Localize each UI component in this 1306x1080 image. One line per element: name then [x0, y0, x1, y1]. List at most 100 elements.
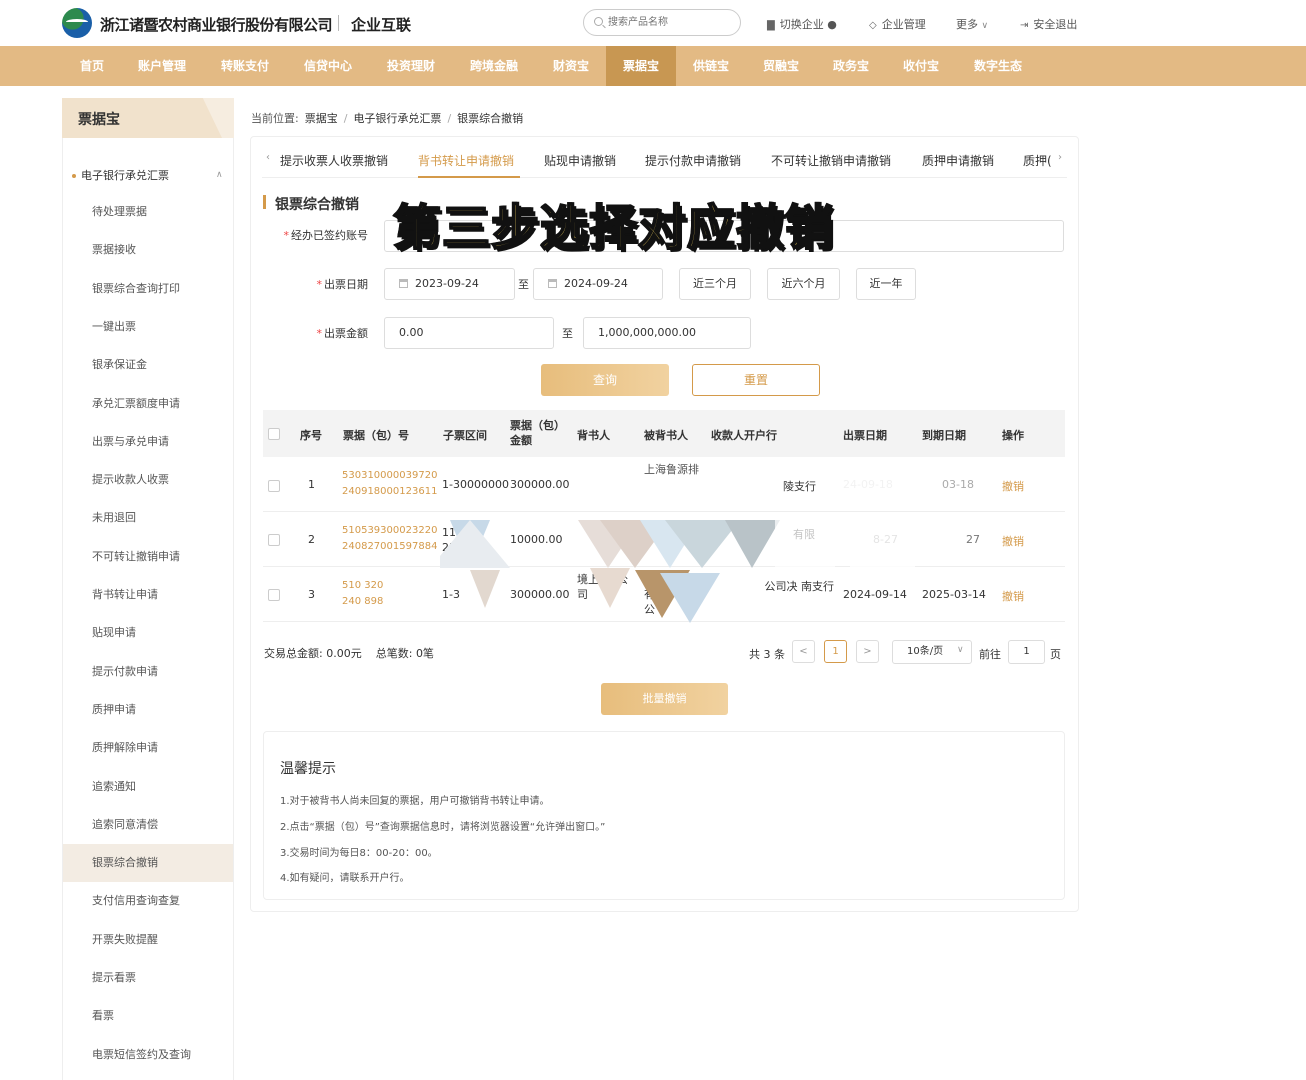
pager-goto-input[interactable]: 1: [1008, 640, 1045, 664]
breadcrumb-item[interactable]: 票据宝: [305, 112, 338, 125]
section-title: 银票综合撤销: [275, 197, 359, 213]
logout-label: 安全退出: [1033, 18, 1078, 31]
shield-icon: ◇: [869, 20, 877, 31]
company-manage-link[interactable]: ◇ 企业管理: [869, 16, 926, 32]
chevron-up-icon[interactable]: ∧: [216, 170, 223, 180]
header-divider: [338, 15, 339, 31]
pager-next-button[interactable]: >: [856, 640, 879, 663]
sidebar-item[interactable]: 看票: [63, 997, 233, 1035]
range-1-year-button[interactable]: 近一年: [856, 268, 916, 300]
nav-transfer[interactable]: 转账支付: [211, 46, 279, 86]
th-amount: 票据（包）金额: [510, 419, 560, 447]
tab-pledge-release[interactable]: 质押(: [1023, 152, 1051, 169]
sidebar-item[interactable]: 电票短信签约及查询: [63, 1036, 233, 1074]
th-issue-date: 出票日期: [843, 429, 887, 442]
date-from-input[interactable]: 2023-09-24: [384, 268, 515, 300]
top-header: 浙江诸暨农村商业银行股份有限公司 企业互联 ▇ 切换企业 ● ◇ 企业管理 更多 ∨…: [0, 0, 1306, 46]
total-count-label: 总笔数:: [375, 647, 413, 660]
nav-government[interactable]: 政务宝: [818, 46, 884, 86]
tab-endorsement-cancel[interactable]: 背书转让申请撤销: [418, 152, 514, 169]
pager-prev-button[interactable]: <: [792, 640, 815, 663]
nav-credit[interactable]: 信贷中心: [294, 46, 362, 86]
total-count-value: 0笔: [415, 647, 434, 660]
range-6-months-button[interactable]: 近六个月: [767, 268, 840, 300]
sidebar-item[interactable]: 质押申请: [63, 691, 233, 729]
logout-link[interactable]: ⇥ 安全退出: [1020, 16, 1077, 32]
sidebar-item[interactable]: 银票综合查询打印: [63, 270, 233, 308]
tab-payee-receipt-cancel[interactable]: 提示收票人收票撤销: [280, 152, 388, 169]
sidebar-item[interactable]: 提示付款申请: [63, 653, 233, 691]
bill-no-link[interactable]: 510539300023220 240827001597884: [342, 523, 437, 555]
amount-label: * 出票金额: [290, 325, 369, 341]
breadcrumb: 当前位置: 票据宝 / 电子银行承兑汇票 / 银票综合撤销: [251, 110, 529, 126]
nav-payments[interactable]: 收付宝: [888, 46, 954, 86]
th-endorser: 背书人: [577, 429, 610, 442]
sidebar-item[interactable]: 一键出票: [63, 308, 233, 346]
bill-no-link[interactable]: 510 320 240 898: [342, 578, 383, 610]
amount-to-input[interactable]: 1,000,000,000.00: [583, 317, 751, 349]
select-all-checkbox[interactable]: [268, 428, 280, 440]
chevron-left-icon[interactable]: ‹: [266, 152, 270, 163]
bill-no-link[interactable]: 530310000039720 240918000123611: [342, 468, 437, 500]
nav-investment[interactable]: 投资理财: [377, 46, 445, 86]
row-checkbox[interactable]: [268, 589, 280, 601]
tab-discount-cancel[interactable]: 贴现申请撤销: [544, 152, 616, 169]
nav-digital[interactable]: 数字生态: [962, 46, 1034, 86]
breadcrumb-item[interactable]: 电子银行承兑汇票: [353, 112, 441, 125]
pager-page-1[interactable]: 1: [824, 640, 847, 663]
search-box[interactable]: [583, 9, 741, 36]
date-to-input[interactable]: 2024-09-24: [533, 268, 663, 300]
sidebar-item[interactable]: 追索同意清偿: [63, 806, 233, 844]
sidebar-item[interactable]: 不可转让撤销申请: [63, 538, 233, 576]
tab-payment-cancel[interactable]: 提示付款申请撤销: [645, 152, 741, 169]
main-nav: 首页 账户管理 转账支付 信贷中心 投资理财 跨境金融 财资宝 票据宝 供链宝 …: [0, 46, 1306, 86]
search-input[interactable]: [608, 14, 736, 31]
info-icon: ●: [827, 18, 837, 31]
more-menu[interactable]: 更多 ∨: [956, 16, 988, 32]
cancel-link[interactable]: 撤销: [1002, 588, 1024, 604]
sidebar-item[interactable]: 质押解除申请: [63, 729, 233, 767]
sidebar-item[interactable]: 银票综合撤销: [63, 844, 233, 883]
sidebar-item[interactable]: 出票与承兑申请: [63, 423, 233, 461]
sidebar-item[interactable]: 未用退回: [63, 499, 233, 537]
tab-pledge-cancel[interactable]: 质押申请撤销: [922, 152, 994, 169]
switch-company-link[interactable]: ▇ 切换企业 ●: [767, 16, 837, 32]
sidebar-item[interactable]: 支付信用查询查复: [63, 882, 233, 920]
query-button[interactable]: 查询: [541, 364, 669, 396]
breadcrumb-sep: /: [447, 112, 452, 125]
document-icon: ▇: [767, 20, 775, 31]
nav-trade-finance[interactable]: 贸融宝: [748, 46, 814, 86]
nav-bills[interactable]: 票据宝: [606, 46, 676, 86]
row-checkbox[interactable]: [268, 534, 280, 546]
sidebar-item[interactable]: 提示看票: [63, 959, 233, 997]
sidebar-item[interactable]: 承兑汇票额度申请: [63, 385, 233, 423]
date-to-value: 2024-09-24: [564, 277, 628, 290]
range-3-months-button[interactable]: 近三个月: [679, 268, 751, 300]
due-date: 2025-03-14: [922, 588, 986, 601]
nav-accounts[interactable]: 账户管理: [128, 46, 196, 86]
cancel-link[interactable]: 撤销: [1002, 533, 1024, 549]
row-checkbox[interactable]: [268, 480, 280, 492]
nav-supply-chain[interactable]: 供链宝: [678, 46, 744, 86]
sidebar-group-ebill[interactable]: 电子银行承兑汇票: [72, 167, 169, 183]
sidebar-item[interactable]: 追索通知: [63, 768, 233, 806]
tab-nontransfer-cancel[interactable]: 不可转让撤销申请撤销: [771, 152, 891, 169]
chevron-right-icon[interactable]: ›: [1058, 152, 1062, 163]
sidebar-item[interactable]: 背书转让申请: [63, 576, 233, 614]
summary: 交易总金额: 0.00元 总笔数: 0笔: [264, 645, 434, 661]
reset-button[interactable]: 重置: [692, 364, 820, 396]
row-no: 2: [308, 533, 315, 546]
nav-treasury[interactable]: 财资宝: [538, 46, 604, 86]
batch-cancel-button[interactable]: 批量撤销: [601, 683, 728, 715]
sidebar-item[interactable]: 待处理票据: [63, 193, 233, 231]
nav-home[interactable]: 首页: [66, 46, 118, 86]
sidebar-item[interactable]: 开票失败提醒: [63, 921, 233, 959]
bill-no-line: 240827001597884: [342, 541, 438, 552]
nav-crossborder[interactable]: 跨境金融: [460, 46, 528, 86]
sidebar-item[interactable]: 票据接收: [63, 231, 233, 269]
sidebar-item[interactable]: 银承保证金: [63, 346, 233, 384]
amount-from-input[interactable]: 0.00: [384, 317, 554, 349]
cancel-link[interactable]: 撤销: [1002, 478, 1024, 494]
sidebar-item[interactable]: 贴现申请: [63, 614, 233, 652]
sidebar-item[interactable]: 提示收款人收票: [63, 461, 233, 499]
